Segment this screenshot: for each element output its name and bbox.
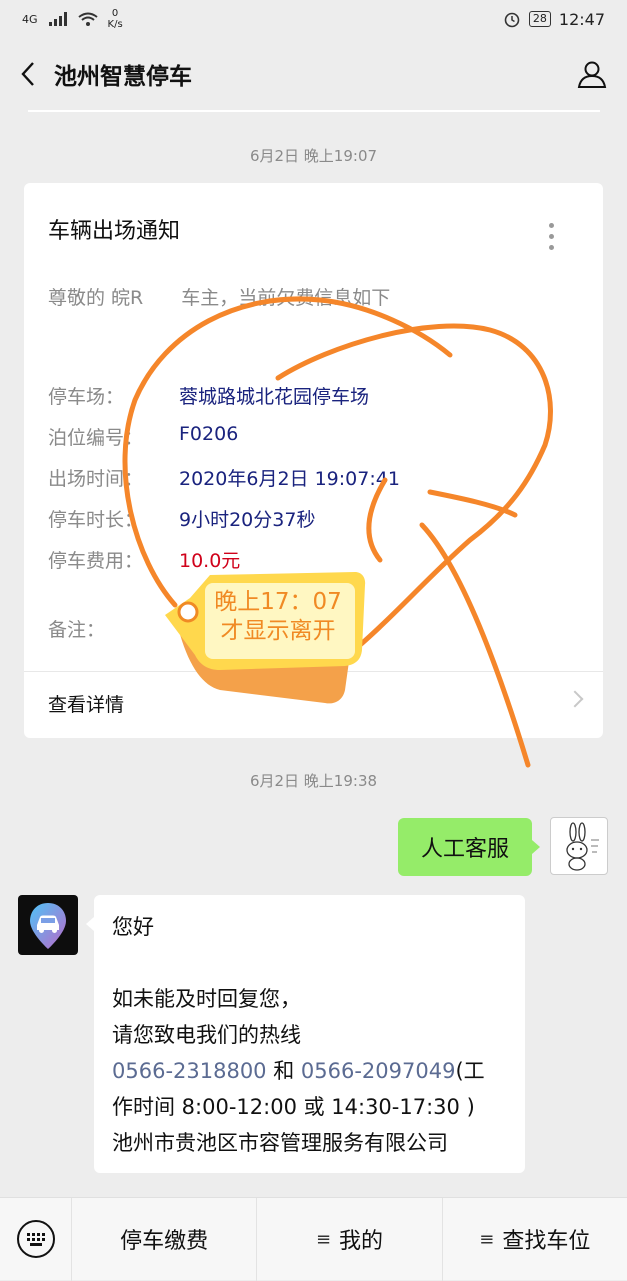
menu-label: 停车缴费 (120, 1229, 209, 1254)
bot-message-line: 如未能及时回复您， (112, 987, 301, 1011)
user-avatar[interactable] (550, 817, 608, 875)
annotation-line: 晚上17：07 (214, 589, 342, 615)
net-speed: 0 K/s (107, 8, 123, 30)
chevron-right-icon (566, 690, 584, 708)
field-value: 9小时20分37秒 (179, 509, 316, 531)
signal-icon (48, 12, 67, 26)
menu-mine[interactable]: ≡ 我的 (257, 1197, 443, 1281)
bot-avatar[interactable] (18, 895, 78, 955)
nav-divider (28, 110, 600, 112)
battery-icon: 28 (528, 11, 551, 27)
bot-message-text: (工 (455, 1059, 485, 1083)
field-parking-lot: 停车场： 蓉城路城北花园停车场 (48, 382, 369, 409)
field-label: 泊位编号： (48, 427, 144, 449)
rabbit-avatar-icon (566, 822, 599, 871)
field-label: 出场时间： (48, 468, 144, 490)
field-value: 2020年6月2日 19:07:41 (179, 468, 400, 490)
card-title: 车辆出场通知 (48, 219, 181, 244)
field-value: 蓉城路城北花园停车场 (179, 386, 370, 408)
field-fee: 停车费用： 10.0元 (48, 546, 240, 573)
field-label: 备注： (48, 619, 106, 641)
keyboard-toggle-button[interactable] (0, 1197, 72, 1281)
field-value: F0206 (179, 423, 239, 445)
field-exit-time: 出场时间： 2020年6月2日 19:07:41 (48, 464, 400, 491)
phone-link[interactable]: 0566-2318800 (112, 1059, 267, 1083)
menu-lines-icon: ≡ (315, 1228, 332, 1250)
field-remark: 备注： (48, 615, 179, 642)
wifi-icon (77, 12, 98, 26)
keyboard-icon (16, 1220, 55, 1258)
status-left: 4G 0 K/s (22, 8, 123, 30)
bot-message-line: 作时间 8:00-12:00 或 14:30-17:30 ) (112, 1095, 475, 1119)
profile-icon[interactable] (577, 59, 607, 89)
field-berth: 泊位编号： F0206 (48, 423, 238, 450)
menu-find-space[interactable]: ≡ 查找车位 (443, 1198, 627, 1281)
bot-message-line: 0566-2318800 和 0566-2097049(工 (112, 1053, 507, 1089)
field-value: 10.0元 (179, 550, 241, 572)
bottom-menu-bar: 停车缴费 ≡ 我的 ≡ 查找车位 (0, 1197, 627, 1281)
menu-label: 我的 (339, 1229, 384, 1254)
nav-bar: 池州智慧停车 (0, 38, 627, 110)
phone-link[interactable]: 0566-2097049 (301, 1059, 456, 1083)
page-title: 池州智慧停车 (54, 64, 192, 90)
status-bar: 4G 0 K/s 28 12:47 (0, 0, 627, 38)
menu-lines-icon: ≡ (479, 1228, 495, 1250)
card-greeting: 尊敬的 皖R 车主，当前欠费信息如下 (48, 287, 391, 309)
network-indicator: 4G (22, 12, 38, 26)
menu-label: 查找车位 (502, 1229, 591, 1254)
back-icon[interactable] (20, 61, 36, 87)
field-label: 停车时长： (48, 509, 144, 531)
bot-message-line: 请您致电我们的热线 (112, 1023, 301, 1047)
menu-pay-parking[interactable]: 停车缴费 (72, 1197, 258, 1281)
notification-card[interactable]: 车辆出场通知 尊敬的 皖R 车主，当前欠费信息如下 停车场： 蓉城路城北花园停车… (24, 183, 603, 738)
clock: 12:47 (558, 9, 605, 29)
bot-message-line: 池州市贵池区市容管理服务有限公司 (112, 1131, 448, 1155)
alarm-icon (504, 12, 520, 28)
message-timestamp: 6月2日 晚上19:38 (249, 772, 378, 790)
bot-message-line: 您好 (112, 915, 154, 939)
field-label: 停车费用： (48, 550, 144, 572)
field-duration: 停车时长： 9小时20分37秒 (48, 505, 315, 532)
message-timestamp: 6月2日 晚上19:07 (249, 147, 378, 165)
annotation-text: 晚上17：07 才显示离开 (203, 588, 353, 646)
status-right: 28 12:47 (503, 10, 605, 29)
conjunction: 和 (266, 1059, 301, 1083)
more-icon[interactable] (549, 223, 555, 250)
annotation-line: 才显示离开 (220, 618, 336, 644)
car-logo-icon (30, 903, 66, 949)
user-message-bubble[interactable]: 人工客服 (398, 818, 540, 876)
view-details-link[interactable]: 查看详情 (48, 690, 124, 717)
field-label: 停车场： (48, 386, 125, 408)
bot-message-bubble[interactable]: 您好 如未能及时回复您， 请您致电我们的热线 0566-2318800 和 05… (86, 895, 525, 1173)
card-divider (24, 671, 603, 672)
